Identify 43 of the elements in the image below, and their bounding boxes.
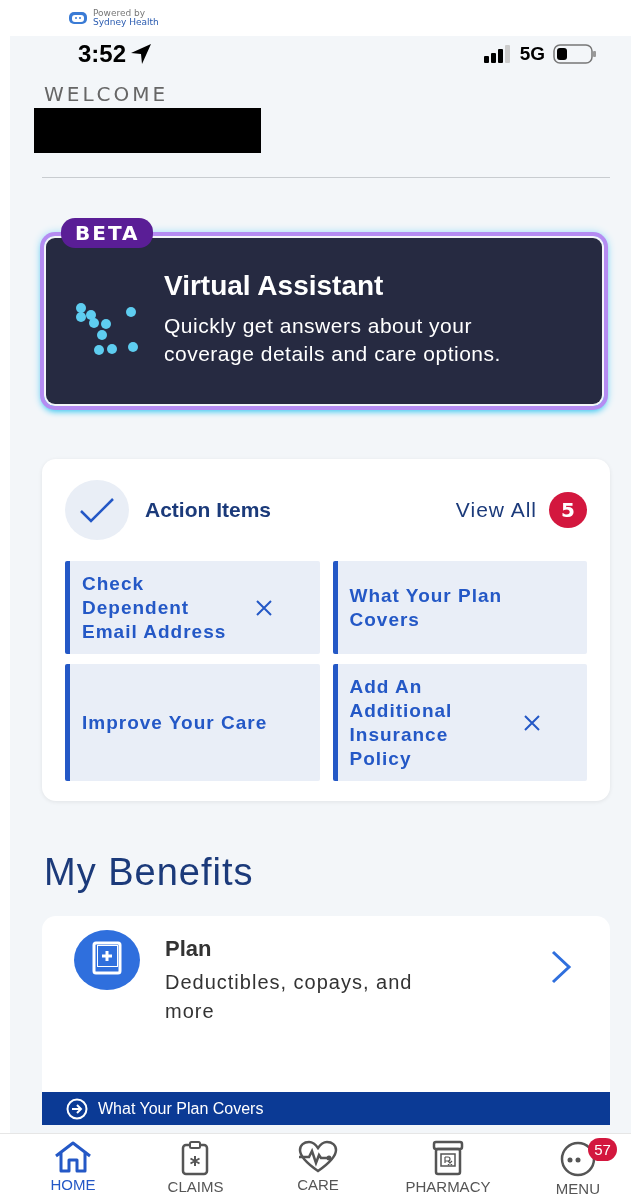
heart-pulse-icon: [296, 1140, 339, 1174]
section-heading: My Benefits: [44, 851, 254, 894]
book-plus-icon: [74, 930, 140, 990]
chevron-right-icon: [550, 950, 572, 984]
nav-tab[interactable]: HOME: [38, 1134, 108, 1202]
action-item-label: Improve Your Care: [82, 710, 269, 735]
notification-badge: 57: [588, 1138, 617, 1161]
banner-text: What Your Plan Covers: [98, 1099, 264, 1118]
location-arrow-icon: [130, 43, 153, 65]
assistant-description: Quickly get answers about your coverage details and care options.: [164, 313, 502, 367]
plan-title: Plan: [165, 936, 212, 962]
welcome-label: WELCOME: [44, 82, 169, 106]
logo-text: Sydney Health: [93, 18, 159, 27]
clock: 3:52: [78, 40, 127, 68]
signal-icon: [483, 45, 512, 63]
nav-tab[interactable]: CARE: [282, 1134, 353, 1202]
action-item[interactable]: Improve Your Care: [65, 664, 320, 781]
close-icon[interactable]: [522, 713, 541, 732]
action-item-label: Check Dependent Email Address: [82, 571, 228, 644]
pill-bottle-icon: [430, 1140, 465, 1176]
count-badge: 5: [549, 492, 587, 528]
action-item[interactable]: Add An Additional Insurance Policy: [332, 664, 587, 781]
nav-tab[interactable]: PHARMACY: [405, 1134, 491, 1202]
action-item[interactable]: Check Dependent Email Address: [65, 561, 320, 654]
beta-badge: BETA: [61, 218, 154, 248]
action-item-label: Add An Additional Insurance Policy: [349, 674, 454, 771]
action-items-title: Action Items: [145, 498, 272, 522]
arrow-circle-icon: [66, 1097, 88, 1120]
home-icon: [53, 1140, 93, 1174]
powered-by-text: Powered by: [93, 9, 147, 18]
plan-description: Deductibles, copays, and more: [165, 970, 414, 1024]
plan-covers-banner[interactable]: What Your Plan Covers: [42, 1092, 610, 1125]
close-icon[interactable]: [255, 598, 273, 617]
view-all-link[interactable]: View All: [455, 498, 537, 522]
network-label: 5G: [519, 43, 545, 65]
robot-face-icon: [68, 11, 88, 25]
plan-card[interactable]: Plan Deductibles, copays, and more: [42, 916, 610, 1092]
action-item-label: What Your Plan Covers: [349, 583, 504, 632]
nav-tab[interactable]: CLAIMS: [160, 1134, 231, 1202]
action-item[interactable]: What Your Plan Covers: [332, 561, 587, 654]
assistant-title: Virtual Assistant: [164, 270, 384, 302]
battery-icon: [553, 44, 597, 64]
clipboard-icon: [180, 1140, 211, 1176]
